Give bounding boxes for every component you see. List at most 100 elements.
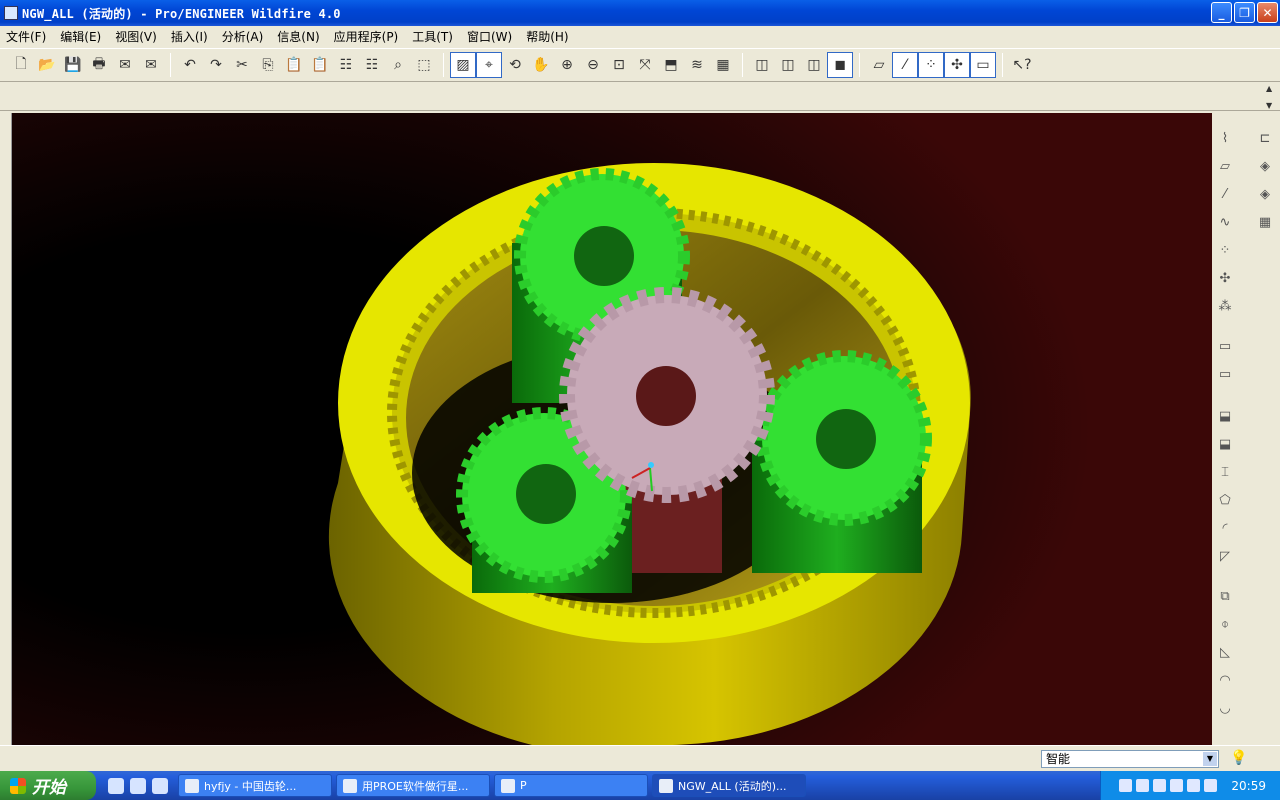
selection-filter-value: 智能: [1046, 752, 1071, 766]
coordinate-system-icon[interactable]: ✣: [944, 52, 970, 78]
quicklaunch-icon[interactable]: [108, 777, 124, 794]
repaint-icon[interactable]: ▨: [450, 52, 476, 78]
tray-icon[interactable]: [1153, 779, 1167, 792]
paste-special-icon[interactable]: 📋: [307, 52, 333, 78]
chamfer-icon[interactable]: ◸: [1214, 545, 1236, 567]
grid-icon[interactable]: ▦: [1254, 211, 1276, 233]
spin-center-icon[interactable]: ⌖: [476, 52, 502, 78]
tray-icon[interactable]: [1136, 779, 1150, 792]
message-scroll[interactable]: ▲ ▼: [1266, 84, 1278, 110]
menu-insert[interactable]: 插入(I): [171, 28, 208, 45]
orient-mode-icon[interactable]: ⟲: [502, 52, 528, 78]
menu-edit[interactable]: 编辑(E): [60, 28, 101, 45]
restore-button[interactable]: ❐: [1234, 2, 1255, 23]
annotation-icon[interactable]: ▭: [970, 52, 996, 78]
tray-icon[interactable]: [1187, 779, 1201, 792]
save-icon[interactable]: 💾: [60, 52, 86, 78]
saved-views-icon[interactable]: ⬒: [658, 52, 684, 78]
view-manager-icon[interactable]: ▦: [710, 52, 736, 78]
mirror-icon[interactable]: ⌽: [1214, 613, 1236, 635]
menu-bar: 文件(F) 编辑(E) 视图(V) 插入(I) 分析(A) 信息(N) 应用程序…: [0, 26, 1280, 46]
revolve-icon[interactable]: ⬓: [1214, 433, 1236, 455]
undo-icon[interactable]: ↶: [177, 52, 203, 78]
find-icon[interactable]: ⌕: [385, 52, 411, 78]
wireframe-icon[interactable]: ◫: [749, 52, 775, 78]
menu-applications[interactable]: 应用程序(P): [334, 28, 399, 45]
tray-icon[interactable]: [1204, 779, 1218, 792]
new-file-icon[interactable]: 🗋: [8, 52, 34, 78]
datum-plane-icon[interactable]: ▱: [866, 52, 892, 78]
tray-icon[interactable]: [1119, 779, 1133, 792]
email-icon[interactable]: ✉: [112, 52, 138, 78]
quicklaunch-icon[interactable]: [152, 777, 168, 794]
copy-icon[interactable]: ⎘: [255, 52, 281, 78]
lightbulb-icon[interactable]: 💡: [1230, 750, 1247, 768]
hidden-line-icon[interactable]: ◫: [775, 52, 801, 78]
start-button[interactable]: 开始: [0, 771, 96, 800]
navigator-collapse-strip[interactable]: [0, 113, 12, 745]
menu-info[interactable]: 信息(N): [277, 28, 319, 45]
close-button[interactable]: ✕: [1257, 2, 1278, 23]
csys-tool-icon[interactable]: ✣: [1214, 267, 1236, 289]
menu-tools[interactable]: 工具(T): [412, 28, 453, 45]
menu-analysis[interactable]: 分析(A): [222, 28, 264, 45]
open-file-icon[interactable]: 📂: [34, 52, 60, 78]
email-link-icon[interactable]: ✉: [138, 52, 164, 78]
no-hidden-icon[interactable]: ◫: [801, 52, 827, 78]
menu-window[interactable]: 窗口(W): [467, 28, 512, 45]
reorient-icon[interactable]: ⤧: [632, 52, 658, 78]
surface-icon[interactable]: ◠: [1214, 669, 1236, 691]
paste-icon[interactable]: 📋: [281, 52, 307, 78]
datum-curve-icon[interactable]: ∿: [1214, 211, 1236, 233]
gear-assembly-model[interactable]: [12, 113, 1212, 745]
zoom-out-icon[interactable]: ⊖: [580, 52, 606, 78]
sun-gear-bore: [636, 366, 696, 426]
copy-feature-icon[interactable]: ⧉: [1214, 585, 1236, 607]
sketch-icon[interactable]: ⌇: [1214, 127, 1236, 149]
datum-point-icon[interactable]: ⁘: [918, 52, 944, 78]
menu-file[interactable]: 文件(F): [6, 28, 46, 45]
quicklaunch-icon[interactable]: [130, 777, 146, 794]
tray-icon[interactable]: [1170, 779, 1184, 792]
menu-help[interactable]: 帮助(H): [526, 28, 568, 45]
boundary-blend-icon[interactable]: ◡: [1214, 697, 1236, 719]
datum-point-tool-icon[interactable]: ⁘: [1214, 239, 1236, 261]
app-icon: [4, 6, 18, 20]
zoom-in-icon[interactable]: ⊕: [554, 52, 580, 78]
shell-icon[interactable]: ⬠: [1214, 489, 1236, 511]
taskbar-item-active[interactable]: NGW_ALL (活动的)...: [652, 774, 806, 797]
round-icon[interactable]: ◜: [1214, 517, 1236, 539]
taskbar-item[interactable]: hyfjy - 中国齿轮...: [178, 774, 332, 797]
datum-plane-tool-icon[interactable]: ▱: [1214, 155, 1236, 177]
refit-icon[interactable]: ⊡: [606, 52, 632, 78]
taskbar-item[interactable]: 用PROE软件做行星...: [336, 774, 490, 797]
minimize-button[interactable]: _: [1211, 2, 1232, 23]
shape-alt-icon[interactable]: ◈: [1254, 183, 1276, 205]
chevron-down-icon[interactable]: ▼: [1203, 752, 1217, 766]
browser-icon: [185, 778, 199, 793]
split-view-icon[interactable]: ⊏: [1254, 127, 1276, 149]
selection-filter-select[interactable]: 智能 ▼: [1041, 750, 1219, 768]
create-component-icon[interactable]: ▭: [1214, 363, 1236, 385]
pan-icon[interactable]: ✋: [528, 52, 554, 78]
cut-icon[interactable]: ✂: [229, 52, 255, 78]
regenerate-manager-icon[interactable]: ☷: [359, 52, 385, 78]
analysis-feature-icon[interactable]: ⁂: [1214, 295, 1236, 317]
taskbar-item[interactable]: P: [494, 774, 648, 797]
layers-icon[interactable]: ≋: [684, 52, 710, 78]
menu-view[interactable]: 视图(V): [115, 28, 157, 45]
shape-icon[interactable]: ◈: [1254, 155, 1276, 177]
redo-icon[interactable]: ↷: [203, 52, 229, 78]
help-context-icon[interactable]: ↖?: [1009, 52, 1035, 78]
select-box-icon[interactable]: ⬚: [411, 52, 437, 78]
hole-icon[interactable]: ⌶: [1214, 461, 1236, 483]
graphics-window[interactable]: [12, 113, 1212, 745]
print-icon[interactable]: 🖶: [86, 52, 112, 78]
datum-axis-tool-icon[interactable]: ⁄: [1214, 183, 1236, 205]
extrude-icon[interactable]: ⬓: [1214, 405, 1236, 427]
shading-icon[interactable]: ◼: [827, 52, 853, 78]
assembly-component-icon[interactable]: ▭: [1214, 335, 1236, 357]
regenerate-icon[interactable]: ☷: [333, 52, 359, 78]
datum-axis-icon[interactable]: ⁄: [892, 52, 918, 78]
draft-icon[interactable]: ◺: [1214, 641, 1236, 663]
